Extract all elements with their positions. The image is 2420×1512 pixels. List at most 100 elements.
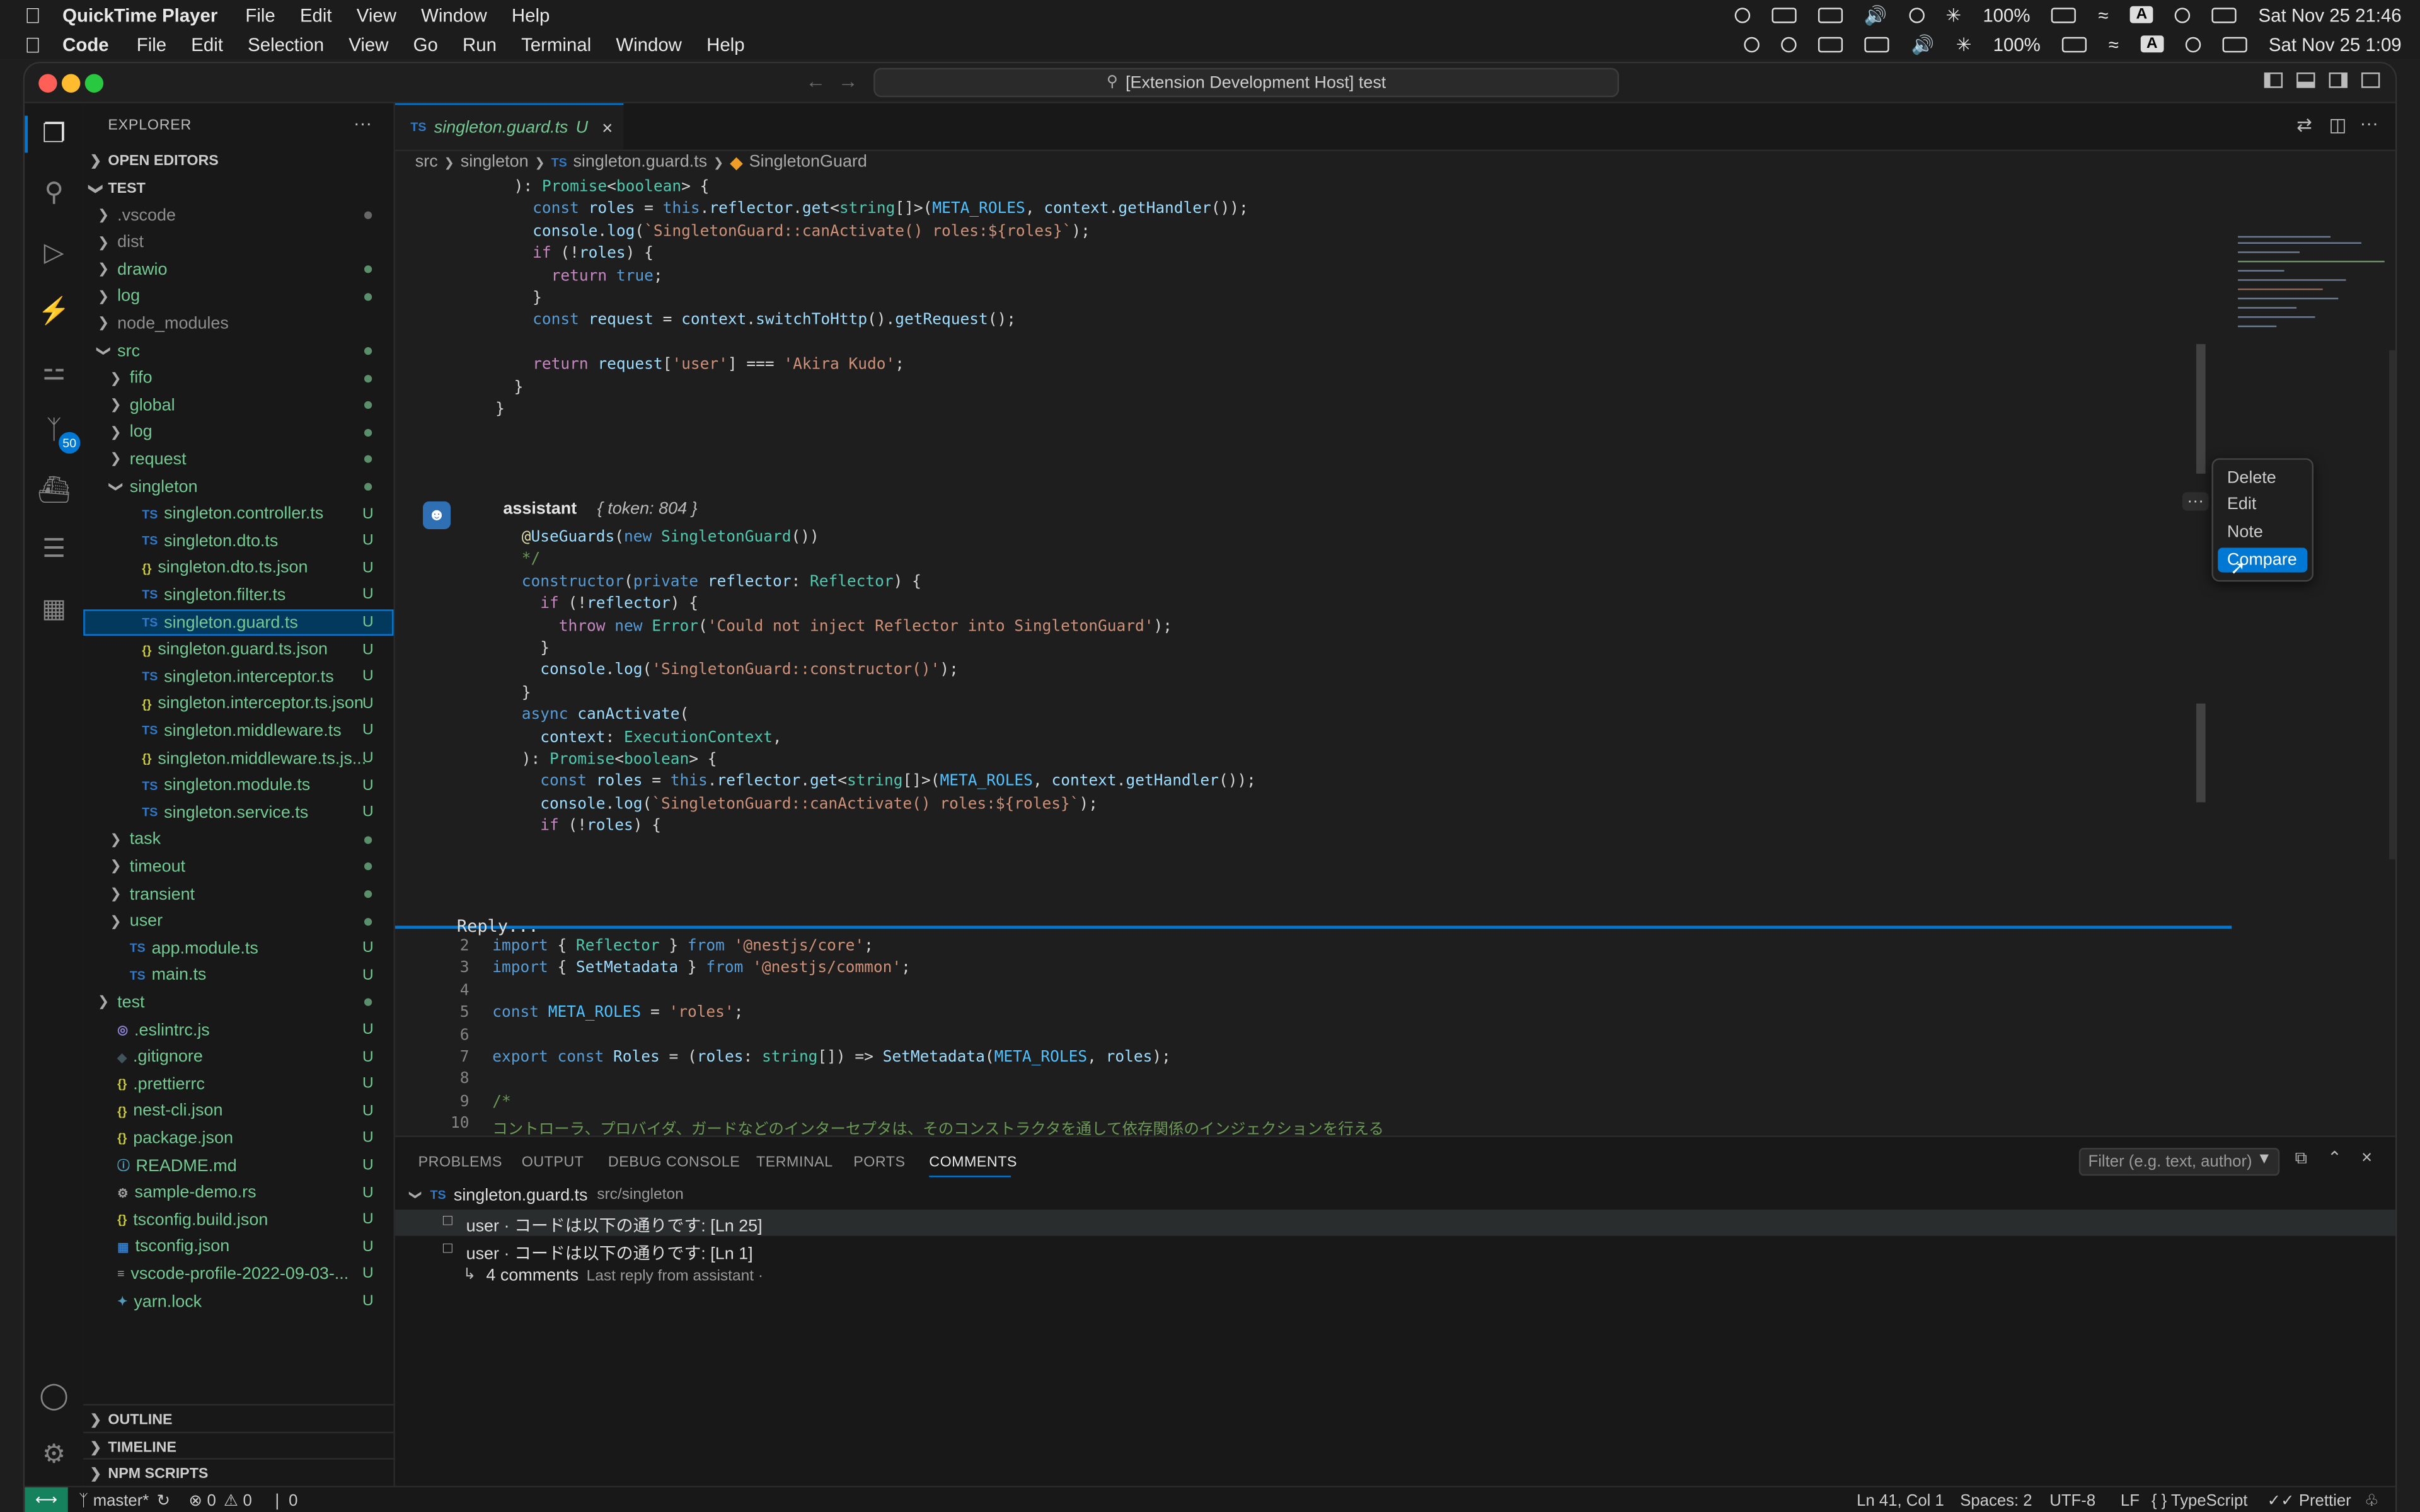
outline-header[interactable]: ❯ OUTLINE [83,1404,394,1434]
play-icon[interactable] [1908,7,1925,23]
control-center-icon[interactable] [2212,7,2237,23]
menubar-terminal[interactable]: Terminal [521,33,591,55]
open-editors-header[interactable]: ❯ OPEN EDITORS [83,147,393,175]
menu-item-edit[interactable]: Edit [2218,492,2307,517]
ports-count[interactable]: 0 [289,1491,297,1509]
menubar-view[interactable]: View [349,33,388,55]
tree-file[interactable]: ≡ vscode-profile-2022-09-03-... U [83,1261,393,1288]
cursor-position[interactable]: Ln 41, Col 1 [1857,1491,1944,1509]
zoom-window-button[interactable] [84,74,104,93]
menubar-selection[interactable]: Selection [248,33,324,55]
control-center-icon[interactable] [2222,36,2247,52]
tree-file[interactable]: TS main.ts U [83,963,393,989]
minimize-window-button[interactable] [61,74,81,93]
breadcrumb-file[interactable]: singleton.guard.ts [573,152,707,171]
menu-item-note[interactable]: Note [2218,520,2307,544]
tree-file[interactable]: TS singleton.module.ts U [83,772,393,799]
menubar-run[interactable]: Run [463,33,497,55]
comment-scrollbar-thumb[interactable] [2196,703,2206,803]
open-changes-icon[interactable]: ⇄ [2296,114,2312,135]
remote-indicator-icon[interactable]: ⟷ [25,1487,68,1512]
workspace-root-header[interactable]: ❯ TEST [83,175,393,202]
input-source-icon[interactable]: A [2129,6,2154,23]
battery-icon[interactable] [2062,36,2087,52]
tree-file[interactable]: {} singleton.interceptor.ts.json U [83,691,393,718]
tree-file[interactable]: {} tsconfig.build.json U [83,1207,393,1234]
menubar-help[interactable]: Help [706,33,744,55]
tree-file[interactable]: TS singleton.interceptor.ts U [83,664,393,690]
breadcrumb-singleton[interactable]: singleton [461,152,529,171]
menubar-window[interactable]: Window [616,33,682,55]
indentation[interactable]: Spaces: 2 [1960,1491,2032,1509]
menubar-clock[interactable]: Sat Nov 25 21:46 [2259,4,2402,25]
comment-thread-row-2[interactable]: □ user · コードは以下の通りです: [Ln 1] [395,1237,2395,1264]
tree-file[interactable]: {} singleton.dto.ts.json U [83,555,393,581]
tree-file[interactable]: TS singleton.middleware.ts U [83,718,393,745]
maximize-panel-icon[interactable]: ⌃ [2327,1148,2342,1168]
panel-tab-comments[interactable]: COMMENTS [929,1154,1017,1171]
toggle-panel-icon[interactable] [2296,72,2315,88]
tree-file[interactable]: ⓘ README.md U [83,1152,393,1179]
error-count[interactable]: 0 [207,1491,216,1509]
command-center[interactable]: ⚲ [Extension Development Host] test [873,67,1620,98]
tree-file[interactable]: {} package.json U [83,1125,393,1152]
comment-replies-row[interactable]: ↳ 4 comments Last reply from assistant · [395,1264,2395,1290]
breadcrumb-src[interactable]: src [415,152,438,171]
menubar-edit[interactable]: Edit [191,33,223,55]
filter-funnel-icon[interactable]: ▼ [2257,1151,2272,1168]
memory-icon[interactable] [1865,36,1890,52]
timeline-header[interactable]: ❯ TIMELINE [83,1431,394,1462]
explorer-icon[interactable]: ❐ [38,119,69,150]
tree-file[interactable]: ⚙ sample-demo.rs U [83,1179,393,1206]
panel-tab-output[interactable]: OUTPUT [522,1154,584,1171]
tree-folder[interactable]: ❯ dist [83,229,393,256]
close-tab-icon[interactable]: × [602,117,613,138]
git-branch[interactable]: master* [93,1491,149,1509]
tree-file[interactable]: TS singleton.filter.ts U [83,582,393,609]
tree-file[interactable]: {} .prettierrc U [83,1071,393,1097]
more-actions-icon[interactable]: ··· [2360,113,2378,134]
tree-folder[interactable]: ❯ singleton [83,474,393,500]
tree-file[interactable]: TS singleton.controller.ts U [83,501,393,527]
tree-folder[interactable]: ❯ .vscode [83,202,393,229]
run-debug-icon[interactable]: ▷ [38,238,69,268]
back-arrow-icon[interactable]: ← [805,69,826,93]
prettier-status[interactable]: ✓✓ Prettier [2267,1491,2351,1509]
menu-item-delete[interactable]: Delete [2218,466,2307,491]
menubar-help[interactable]: Help [512,4,550,25]
settings-gear-icon[interactable]: ⚙ [38,1440,69,1470]
apple-logo-icon[interactable]:  [25,32,41,56]
display-icon[interactable] [1818,36,1844,52]
remote-explorer-icon[interactable]: ⚍ [38,357,69,387]
tree-folder[interactable]: ❯ log [83,284,393,310]
tree-file[interactable]: {} singleton.guard.ts.json U [83,636,393,663]
extensions-icon[interactable]: ▦ [38,594,69,625]
tree-file[interactable]: TS singleton.dto.ts U [83,528,393,554]
notifications-bell-icon[interactable]: ♧ [2365,1491,2379,1509]
tree-file[interactable]: TS singleton.service.ts U [83,799,393,826]
volume-icon[interactable]: 🔊 [1911,33,1935,55]
tree-folder[interactable]: ❯ node_modules [83,311,393,337]
comment-thread-row-1[interactable]: □ user · コードは以下の通りです: [Ln 25] [395,1210,2395,1236]
toggle-secondary-sidebar-icon[interactable] [2329,72,2348,88]
breadcrumb-symbol[interactable]: SingletonGuard [749,152,867,171]
customize-layout-icon[interactable] [2361,72,2380,88]
search-icon[interactable]: ⚲ [38,178,69,209]
menubar-app-name[interactable]: QuickTime Player [62,4,217,25]
tree-folder[interactable]: ❯ test [83,990,393,1016]
split-editor-icon[interactable]: ◫ [2329,114,2347,135]
tree-folder[interactable]: ❯ request [83,447,393,473]
menubar-clock[interactable]: Sat Nov 25 1:09 [2269,33,2402,55]
editor-scrollbar-thumb[interactable] [2196,344,2206,474]
tree-folder[interactable]: ❯ log [83,420,393,446]
comment-more-actions-icon[interactable]: ··· [2182,492,2209,511]
bluetooth-icon[interactable]: ✳ [1945,4,1961,25]
encoding[interactable]: UTF-8 [2049,1491,2095,1509]
toggle-sidebar-icon[interactable] [2264,72,2283,88]
forward-arrow-icon[interactable]: → [838,69,858,93]
screen-record-icon[interactable] [1744,36,1760,52]
minimap[interactable] [2232,236,2392,391]
tree-file[interactable]: ◆ .gitignore U [83,1044,393,1070]
menubar-app-name[interactable]: Code [62,33,108,55]
language-mode[interactable]: { } TypeScript [2152,1491,2247,1509]
